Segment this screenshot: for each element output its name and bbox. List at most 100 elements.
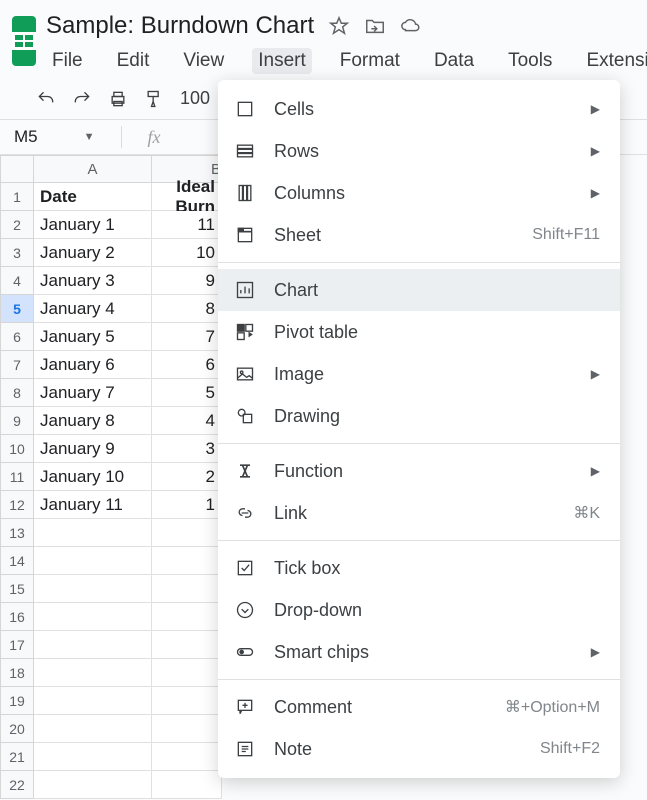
row-header[interactable]: 7 (0, 351, 34, 379)
cell[interactable] (34, 715, 152, 743)
row-header[interactable]: 1 (0, 183, 34, 211)
row-header[interactable]: 15 (0, 575, 34, 603)
cell[interactable]: 10 (152, 239, 222, 267)
cell[interactable] (152, 659, 222, 687)
cell[interactable] (34, 519, 152, 547)
menu-item-columns[interactable]: Columns▶ (218, 172, 620, 214)
column-header-A[interactable]: A (34, 155, 152, 183)
cell[interactable]: January 7 (34, 379, 152, 407)
menu-item-chart[interactable]: Chart (218, 269, 620, 311)
menu-item-drop-down[interactable]: Drop-down (218, 589, 620, 631)
row-header[interactable]: 5 (0, 295, 34, 323)
cell[interactable] (152, 743, 222, 771)
menu-item-rows[interactable]: Rows▶ (218, 130, 620, 172)
cell[interactable]: January 10 (34, 463, 152, 491)
cell[interactable]: 9 (152, 267, 222, 295)
menu-edit[interactable]: Edit (111, 48, 156, 74)
row-header[interactable]: 13 (0, 519, 34, 547)
cell[interactable]: 5 (152, 379, 222, 407)
menu-tools[interactable]: Tools (502, 48, 558, 74)
cell[interactable] (152, 575, 222, 603)
row-header[interactable]: 22 (0, 771, 34, 799)
menu-item-comment[interactable]: Comment⌘+Option+M (218, 686, 620, 728)
row-header[interactable]: 4 (0, 267, 34, 295)
document-title[interactable]: Sample: Burndown Chart (46, 12, 314, 40)
cell[interactable] (152, 547, 222, 575)
row-header[interactable]: 20 (0, 715, 34, 743)
cell[interactable]: January 11 (34, 491, 152, 519)
cell[interactable]: 3 (152, 435, 222, 463)
cell[interactable] (34, 687, 152, 715)
cell[interactable]: 1 (152, 491, 222, 519)
cell[interactable]: January 6 (34, 351, 152, 379)
cloud-status-icon[interactable] (400, 15, 422, 37)
menu-item-cells[interactable]: Cells▶ (218, 88, 620, 130)
row-header[interactable]: 9 (0, 407, 34, 435)
cell[interactable]: 4 (152, 407, 222, 435)
menu-extensions[interactable]: Extensions (580, 48, 647, 74)
move-folder-icon[interactable] (364, 15, 386, 37)
menu-item-sheet[interactable]: SheetShift+F11 (218, 214, 620, 256)
row-header[interactable]: 12 (0, 491, 34, 519)
row-header[interactable]: 16 (0, 603, 34, 631)
cell[interactable]: 7 (152, 323, 222, 351)
menu-item-drawing[interactable]: Drawing (218, 395, 620, 437)
menu-insert[interactable]: Insert (252, 48, 312, 74)
row-header[interactable]: 19 (0, 687, 34, 715)
cell[interactable]: Ideal Burn (152, 183, 222, 211)
cell[interactable] (34, 771, 152, 799)
paint-format-icon[interactable] (144, 89, 164, 109)
cell[interactable]: January 8 (34, 407, 152, 435)
redo-icon[interactable] (72, 89, 92, 109)
cell[interactable] (34, 547, 152, 575)
row-header[interactable]: 3 (0, 239, 34, 267)
cell[interactable]: January 3 (34, 267, 152, 295)
cell[interactable]: January 4 (34, 295, 152, 323)
menu-view[interactable]: View (177, 48, 230, 74)
undo-icon[interactable] (36, 89, 56, 109)
cell[interactable]: 6 (152, 351, 222, 379)
cell[interactable] (152, 687, 222, 715)
row-header[interactable]: 8 (0, 379, 34, 407)
print-icon[interactable] (108, 89, 128, 109)
menu-item-link[interactable]: Link⌘K (218, 492, 620, 534)
menu-item-note[interactable]: NoteShift+F2 (218, 728, 620, 770)
row-header[interactable]: 21 (0, 743, 34, 771)
cell[interactable] (34, 631, 152, 659)
cell[interactable] (152, 603, 222, 631)
menu-item-tick-box[interactable]: Tick box (218, 547, 620, 589)
cell[interactable] (34, 743, 152, 771)
cell[interactable]: January 5 (34, 323, 152, 351)
cell[interactable]: 11 (152, 211, 222, 239)
cell[interactable] (152, 519, 222, 547)
cell[interactable] (34, 659, 152, 687)
row-header[interactable]: 2 (0, 211, 34, 239)
row-header[interactable]: 18 (0, 659, 34, 687)
row-header[interactable]: 11 (0, 463, 34, 491)
cell[interactable] (152, 631, 222, 659)
star-icon[interactable] (328, 15, 350, 37)
cell[interactable] (34, 603, 152, 631)
cell[interactable]: 2 (152, 463, 222, 491)
select-all-corner[interactable] (0, 155, 34, 183)
menu-file[interactable]: File (46, 48, 89, 74)
row-header[interactable]: 6 (0, 323, 34, 351)
cell[interactable]: Date (34, 183, 152, 211)
cell[interactable]: January 1 (34, 211, 152, 239)
name-box[interactable]: M5 ▼ (10, 127, 95, 147)
menu-format[interactable]: Format (334, 48, 406, 74)
zoom-value[interactable]: 100 (180, 88, 210, 109)
cell[interactable] (152, 715, 222, 743)
row-header[interactable]: 10 (0, 435, 34, 463)
cell[interactable]: January 2 (34, 239, 152, 267)
menu-item-image[interactable]: Image▶ (218, 353, 620, 395)
menu-item-smart-chips[interactable]: Smart chips▶ (218, 631, 620, 673)
row-header[interactable]: 17 (0, 631, 34, 659)
cell[interactable] (34, 575, 152, 603)
menu-item-function[interactable]: Function▶ (218, 450, 620, 492)
menu-item-pivot-table[interactable]: Pivot table (218, 311, 620, 353)
menu-data[interactable]: Data (428, 48, 480, 74)
cell[interactable]: January 9 (34, 435, 152, 463)
cell[interactable]: 8 (152, 295, 222, 323)
sheets-logo[interactable] (12, 16, 36, 66)
